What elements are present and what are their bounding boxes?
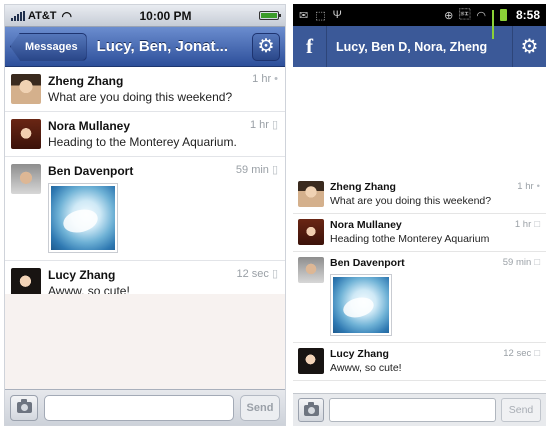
avatar[interactable] [11,119,41,149]
message-time: 12 sec [236,267,269,280]
sender-name: Nora Mullaney [48,119,131,133]
chat-bubble-icon: □ [534,257,540,268]
location-pin-icon: • [274,73,278,85]
ios-composer-bar: Send [5,389,285,425]
message-input[interactable] [329,398,496,422]
message-row[interactable]: Zheng Zhang What are you doing this week… [5,67,285,112]
beluga-photo [333,277,389,333]
avatar[interactable] [11,74,41,104]
sender-name: Zheng Zhang [330,181,396,193]
iphone-messages-screen: AT&T ◠ 10:00 PM Messages Lucy, Ben, Jona… [4,4,286,426]
message-text: Heading tothe Monterey Aquarium [330,233,490,245]
message-time: 1 hr [252,73,272,85]
camera-button[interactable] [10,394,38,421]
mobile-icon: ▯ [271,119,278,131]
gps-icon: ⊕ [444,9,454,22]
status-time: 10:00 PM [139,8,192,23]
avatar[interactable] [11,164,41,194]
carrier-name: AT&T [28,9,57,22]
message-time: 1 hr [517,181,534,192]
back-to-messages-button[interactable]: Messages [10,32,87,61]
ios-nav-bar: Messages Lucy, Ben, Jonat... ⚙ [5,27,285,67]
android-icon: ⬚ [315,9,326,22]
send-button[interactable]: Send [501,398,541,422]
avatar[interactable] [298,257,324,283]
message-row[interactable]: Ben Davenport 59 min □ [293,252,546,343]
mobile-icon: ▯ [271,268,278,280]
message-row[interactable]: Nora Mullaney Heading tothe Monterey Aqu… [293,214,546,252]
android-status-bar: ✉ ⬚ Ψ ⊕  ◠ 8:58 [293,4,546,39]
chat-bubble-icon: □ [534,348,540,359]
location-pin-icon: • [536,181,540,192]
status-time: 8:58 [515,8,540,22]
message-time: 59 min [235,163,269,176]
chat-bubble-icon: □ [534,219,540,230]
message-row[interactable]: Nora Mullaney Heading to the Monterey Aq… [5,112,285,157]
signal-strength-icon [491,9,494,39]
usb-icon: Ψ [332,8,342,21]
screenshot-comparison: AT&T ◠ 10:00 PM Messages Lucy, Ben, Jona… [0,0,550,431]
message-time: 59 min [502,257,532,268]
camera-button[interactable] [298,398,324,422]
message-text: What are you doing this weekend? [48,90,233,104]
message-row[interactable]: Zheng Zhang What are you doing this week… [293,176,546,214]
android-composer-bar: Send [293,393,546,426]
avatar[interactable] [298,219,324,245]
conversation-title: Lucy, Ben D, Nora, Zheng [336,39,488,54]
beluga-photo [51,186,115,250]
facebook-logo[interactable]: f [293,26,327,67]
avatar[interactable] [298,181,324,207]
message-text: What are you doing this weekend? [330,195,492,207]
wifi-icon: ◠ [61,8,72,23]
gmail-icon: ✉ [299,9,309,22]
message-time: 1 hr [514,219,532,230]
message-row[interactable]: Lucy Zhang Awww, so cute! 12 sec □ [293,343,546,381]
message-time: 1 hr [249,118,269,131]
avatar[interactable] [298,348,324,374]
gear-icon[interactable]: ⚙ [512,26,546,67]
android-messages-screen: ✉ ⬚ Ψ ⊕  ◠ 8:58 f Lucy, Ben D, Nora, Zh… [293,4,546,426]
sender-name: Nora Mullaney [330,219,402,231]
wifi-icon: ◠ [476,9,486,22]
mobile-icon: ▯ [271,164,278,176]
bluetooth-icon:  [459,9,471,21]
photo-attachment[interactable] [330,274,392,336]
message-time: 12 sec [503,348,532,359]
signal-strength-icon [11,10,25,21]
ios-status-bar: AT&T ◠ 10:00 PM [5,5,285,27]
gear-icon[interactable]: ⚙ [252,32,280,61]
message-input[interactable] [44,394,234,421]
camera-icon [16,399,32,413]
photo-attachment[interactable] [48,183,118,253]
empty-thread-area [293,67,546,176]
battery-icon [259,11,281,20]
send-button[interactable]: Send [240,394,280,421]
battery-icon [499,9,507,21]
android-header: f Lucy, Ben D, Nora, Zheng ⚙ [293,26,546,67]
message-text: Awww, so cute! [330,362,402,374]
message-row[interactable]: Ben Davenport 59 min ▯ [5,157,285,261]
sender-name: Zheng Zhang [48,74,124,88]
conversation-title: Lucy, Ben, Jonat... [96,38,229,55]
message-text: Heading to the Monterey Aquarium. [48,135,237,149]
empty-thread-area [5,294,285,389]
camera-icon [303,401,319,416]
